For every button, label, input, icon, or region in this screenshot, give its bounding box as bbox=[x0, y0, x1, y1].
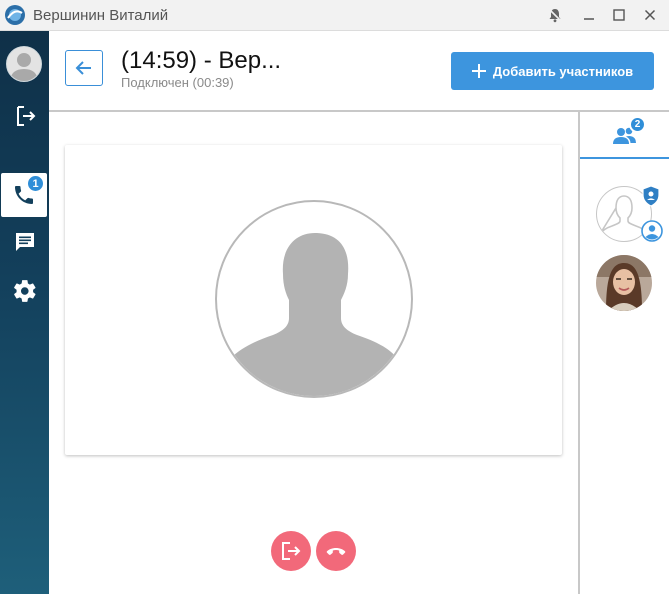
leave-icon bbox=[282, 542, 301, 560]
add-participants-button[interactable]: Добавить участников bbox=[451, 52, 654, 90]
plus-icon bbox=[471, 64, 486, 78]
participants-badge: 2 bbox=[629, 116, 646, 133]
logout-button[interactable] bbox=[0, 94, 49, 138]
bell-off-icon[interactable] bbox=[543, 4, 567, 26]
back-button[interactable] bbox=[65, 50, 103, 86]
gear-icon bbox=[13, 280, 36, 302]
hangup-icon bbox=[326, 548, 346, 555]
arrow-left-icon bbox=[75, 61, 91, 75]
sidebar: 1 bbox=[0, 31, 49, 594]
shield-icon bbox=[641, 185, 661, 207]
title-bar: Вершинин Виталий bbox=[0, 0, 669, 31]
leave-call-button[interactable] bbox=[271, 531, 311, 571]
call-status: Подключен (00:39) bbox=[121, 75, 234, 90]
close-icon[interactable] bbox=[638, 4, 662, 26]
add-participants-label: Добавить участников bbox=[492, 63, 634, 79]
user-avatar[interactable] bbox=[6, 46, 42, 82]
tab-participants[interactable]: 2 bbox=[580, 112, 669, 159]
sidebar-item-chat[interactable] bbox=[0, 220, 49, 264]
user-icon bbox=[10, 53, 38, 81]
logout-icon bbox=[16, 106, 35, 126]
main-call-area bbox=[49, 112, 578, 594]
video-tile bbox=[65, 145, 562, 455]
person-icon bbox=[641, 220, 663, 242]
person-silhouette-icon bbox=[231, 232, 397, 396]
participant-photo bbox=[596, 255, 652, 311]
call-title: (14:59) - Вер... bbox=[121, 47, 282, 74]
maximize-icon[interactable] bbox=[607, 4, 631, 26]
window-title: Вершинин Виталий bbox=[33, 7, 169, 24]
participants-panel: 2 bbox=[580, 112, 669, 594]
sidebar-item-settings[interactable] bbox=[0, 269, 49, 313]
participant-avatar-placeholder bbox=[215, 200, 413, 398]
chat-icon bbox=[15, 233, 34, 251]
calls-badge: 1 bbox=[26, 174, 45, 193]
minimize-icon[interactable] bbox=[577, 4, 601, 26]
hangup-button[interactable] bbox=[316, 531, 356, 571]
participant-2-avatar[interactable] bbox=[596, 255, 652, 311]
call-header: (14:59) - Вер... Подключен (00:39) Добав… bbox=[49, 31, 669, 112]
app-logo-icon bbox=[4, 4, 26, 26]
